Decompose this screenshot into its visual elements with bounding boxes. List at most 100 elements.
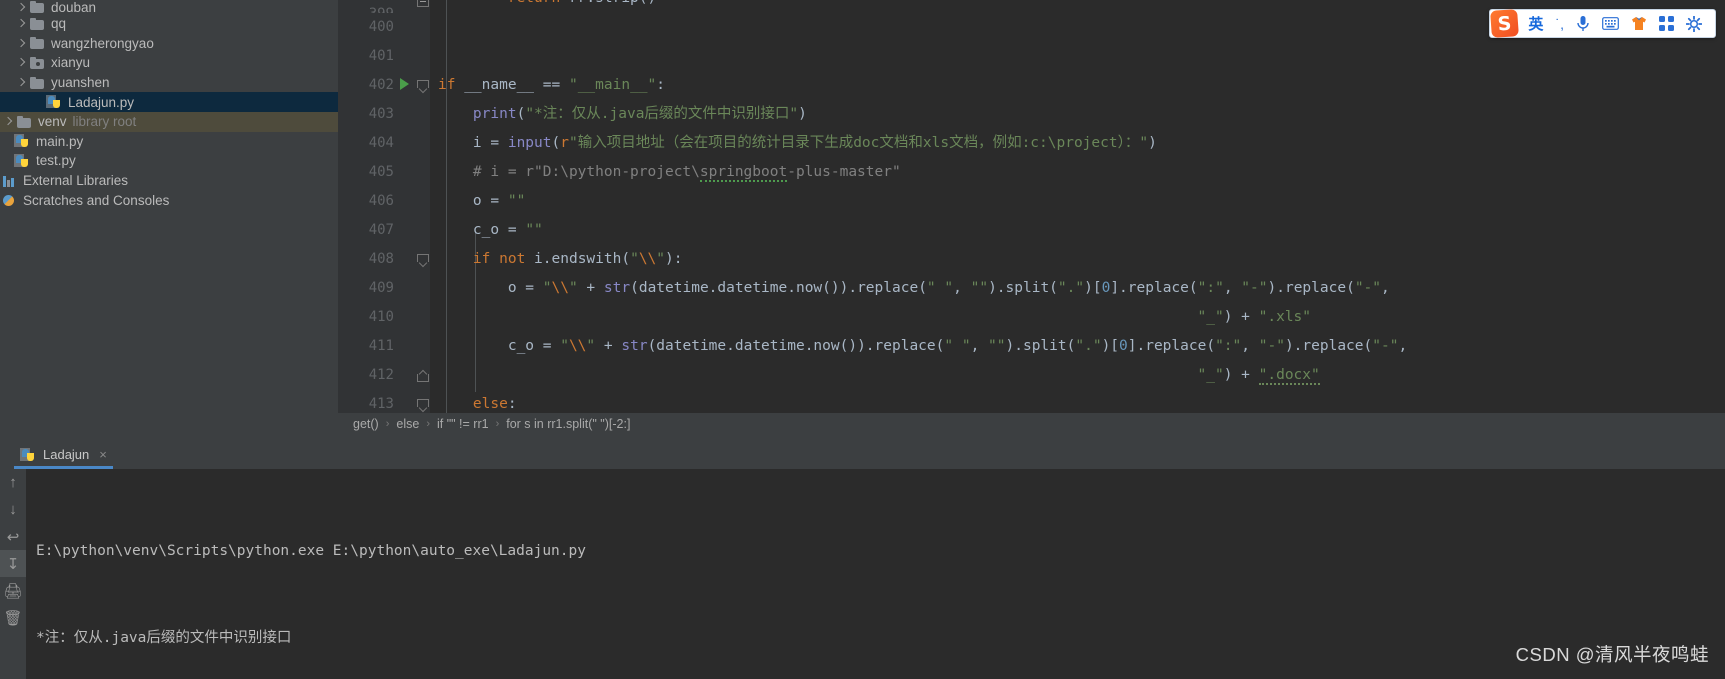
code-text: o = "" <box>438 193 526 209</box>
chevron-right-icon[interactable] <box>14 76 27 89</box>
code-line-401[interactable]: 401 <box>338 42 1725 71</box>
python-file-icon <box>46 94 63 110</box>
sogou-ime-toolbar[interactable]: S 英 ˙, <box>1489 9 1716 38</box>
print-button[interactable]: 🖨 <box>0 577 26 604</box>
fold-marker-icon[interactable] <box>417 398 429 410</box>
tree-item-external-libraries[interactable]: External Libraries <box>0 171 338 191</box>
close-icon[interactable]: × <box>99 447 107 462</box>
ime-mode-english[interactable]: 英 <box>1522 10 1549 37</box>
line-number: 399 <box>338 0 394 13</box>
ime-skin-icon[interactable] <box>1625 10 1653 37</box>
soft-wrap-icon: ↩ <box>6 528 20 546</box>
code-text: i = input(r"输入项目地址（会在项目的统计目录下生成doc文档和xls… <box>438 135 1157 151</box>
clear-all-button[interactable]: 🗑 <box>0 604 26 631</box>
tshirt-icon <box>1632 17 1646 30</box>
fold-marker-icon[interactable] <box>417 0 429 7</box>
tree-item-xianyu[interactable]: xianyu <box>0 53 338 73</box>
tree-item-yuanshen[interactable]: yuanshen <box>0 73 338 93</box>
code-text: else: <box>472 396 517 412</box>
code-editor[interactable]: 399 return rr.strip() 400 401 402 if __n… <box>338 0 1725 413</box>
python-file-icon <box>14 153 31 169</box>
folder-icon <box>29 75 46 91</box>
scratches-icon <box>1 192 18 208</box>
tree-item-label: xianyu <box>51 55 91 71</box>
code-line-413[interactable]: 413 else: <box>338 390 1725 413</box>
code-line-406[interactable]: 406 o = "" <box>338 187 1725 216</box>
folder-icon <box>16 114 33 130</box>
tree-item-label: douban <box>51 0 97 14</box>
code-line-402[interactable]: 402 if __name__ == "__main__": <box>338 71 1725 100</box>
code-text: print("*注：仅从.java后缀的文件中识别接口") <box>472 106 807 122</box>
soft-wrap-button[interactable]: ↩ <box>0 523 26 550</box>
breadcrumb-item-2[interactable]: if "" != rr1 <box>435 417 491 431</box>
ime-punctuation[interactable]: ˙, <box>1549 10 1570 37</box>
ime-voice-input-icon[interactable] <box>1570 10 1596 37</box>
folder-source-icon <box>29 55 46 71</box>
scroll-up-button[interactable]: ↑ <box>0 469 26 496</box>
tree-item-ladajun-py[interactable]: Ladajun.py <box>0 92 338 112</box>
run-tab-ladajun[interactable]: Ladajun × <box>14 443 113 469</box>
breadcrumb[interactable]: get() › else › if "" != rr1 › for s in r… <box>338 413 1725 435</box>
line-number: 403 <box>368 106 394 122</box>
tree-item-qq[interactable]: qq <box>0 14 338 34</box>
tree-item-label: main.py <box>36 133 84 149</box>
folder-icon <box>29 16 46 32</box>
breadcrumb-item-3[interactable]: for s in rr1.split(" ")[-2:] <box>504 417 632 431</box>
fold-marker-icon[interactable] <box>417 369 429 382</box>
folder-icon <box>29 0 46 14</box>
code-line-409[interactable]: 409 o = "\\" + str(datetime.datetime.now… <box>338 274 1725 303</box>
console-output[interactable]: E:\python\venv\Scripts\python.exe E:\pyt… <box>26 469 1725 679</box>
tree-item-main-py[interactable]: main.py <box>0 132 338 152</box>
breadcrumb-item-0[interactable]: get() <box>351 417 381 431</box>
fold-marker-icon[interactable] <box>417 253 429 265</box>
line-number: 413 <box>368 396 394 412</box>
fold-marker-icon[interactable] <box>417 79 429 91</box>
libraries-icon <box>1 173 18 189</box>
code-lines[interactable]: 399 return rr.strip() 400 401 402 if __n… <box>338 0 1725 413</box>
chevron-right-icon[interactable] <box>14 37 27 50</box>
console-line-1: *注：仅从.java后缀的文件中识别接口 <box>36 630 292 646</box>
project-tree-panel[interactable]: douban qq wangzherongyao xianyu yuanshen… <box>0 0 338 444</box>
tree-item-venv[interactable]: venv library root <box>0 111 338 132</box>
tree-item-douban[interactable]: douban <box>0 0 338 14</box>
chevron-right-icon: › <box>385 418 390 430</box>
tree-item-label: yuanshen <box>51 75 110 91</box>
code-line-412[interactable]: 412 "_") + ".docx" <box>338 361 1725 390</box>
breadcrumb-item-1[interactable]: else <box>394 417 421 431</box>
watermark-text: CSDN @清风半夜鸣蛙 <box>1515 644 1709 665</box>
code-line-408[interactable]: 408 if not i.endswith("\\"): <box>338 245 1725 274</box>
tree-item-test-py[interactable]: test.py <box>0 151 338 171</box>
chevron-right-icon[interactable] <box>14 17 27 30</box>
chevron-right-icon[interactable] <box>14 1 27 14</box>
code-line-410[interactable]: 410 "_") + ".xls" <box>338 303 1725 332</box>
run-toolbar[interactable]: ↑ ↓ ↩ ↧ 🖨 🗑 <box>0 469 26 679</box>
line-number: 400 <box>368 19 394 35</box>
scroll-down-button[interactable]: ↓ <box>0 496 26 523</box>
code-line-407[interactable]: 407 c_o = "" <box>338 216 1725 245</box>
gear-icon <box>1686 15 1702 32</box>
chevron-right-icon[interactable] <box>14 56 27 69</box>
microphone-icon <box>1577 16 1589 31</box>
code-text: if __name__ == "__main__": <box>438 77 666 93</box>
keyboard-icon <box>1602 17 1619 30</box>
code-line-411[interactable]: 411 c_o = "\\" + str(datetime.datetime.n… <box>338 332 1725 361</box>
tree-item-scratches-and-consoles[interactable]: Scratches and Consoles <box>0 190 338 210</box>
run-gutter-icon[interactable] <box>400 78 409 90</box>
sogou-logo-icon[interactable]: S <box>1490 9 1520 38</box>
tree-item-wangzherongyao[interactable]: wangzherongyao <box>0 34 338 54</box>
scroll-to-end-button[interactable]: ↧ <box>0 550 26 577</box>
code-line-403[interactable]: 403 print("*注：仅从.java后缀的文件中识别接口") <box>338 100 1725 129</box>
code-line-404[interactable]: 404 i = input(r"输入项目地址（会在项目的统计目录下生成doc文档… <box>338 129 1725 158</box>
ime-soft-keyboard-icon[interactable] <box>1596 10 1625 37</box>
ime-settings-icon[interactable] <box>1680 10 1708 37</box>
python-file-icon <box>14 133 31 149</box>
scroll-to-end-icon: ↧ <box>6 555 20 573</box>
ime-toolbox-icon[interactable] <box>1653 10 1680 37</box>
chevron-right-icon[interactable] <box>1 115 14 128</box>
line-number: 406 <box>368 193 394 209</box>
printer-icon: 🖨 <box>3 582 23 600</box>
code-text: c_o = "" <box>438 222 543 238</box>
keyword-if: if <box>438 77 456 93</box>
python-file-icon <box>20 447 37 463</box>
code-line-405[interactable]: 405 # i = r"D:\python-project\springboot… <box>338 158 1725 187</box>
